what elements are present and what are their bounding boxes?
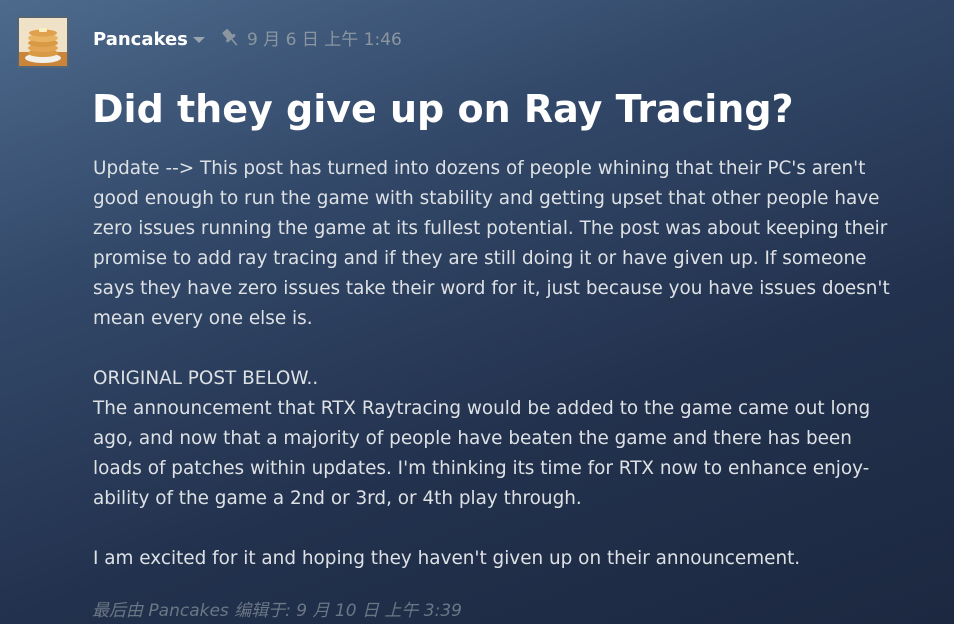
pin-icon <box>222 29 238 46</box>
post-body-line: ORIGINAL POST BELOW.. <box>93 368 319 389</box>
post-body-line: says they have zero issues take their wo… <box>93 278 890 299</box>
post-body-line: promise to add ray tracing and if they a… <box>93 248 867 269</box>
chevron-down-icon[interactable] <box>193 37 205 43</box>
post-body-line: mean every one else is. <box>93 308 313 329</box>
post-timestamp: 9 月 6 日 上午 1:46 <box>247 30 402 50</box>
pancakes-avatar-image <box>19 18 67 66</box>
post-title: Did they give up on Ray Tracing? <box>92 87 794 131</box>
post-body-line: ability of the game a 2nd or 3rd, or 4th… <box>93 488 582 509</box>
post-body-blank-line <box>93 514 938 544</box>
author-avatar[interactable] <box>17 16 69 68</box>
post-body: Update --> This post has turned into doz… <box>93 154 938 574</box>
author-name[interactable]: Pancakes <box>93 28 188 52</box>
post-body-line: I am excited for it and hoping they have… <box>93 548 801 569</box>
post-body-line: zero issues running the game at its full… <box>93 218 888 239</box>
post-body-blank-line <box>93 334 938 364</box>
post-body-line: loads of patches within updates. I'm thi… <box>93 458 870 479</box>
post-body-line: ago, and now that a majority of people h… <box>93 428 852 449</box>
post-body-line: Update --> This post has turned into doz… <box>93 158 866 179</box>
post-body-line: The announcement that RTX Raytracing wou… <box>93 398 871 419</box>
post-body-line: good enough to run the game with stabili… <box>93 188 880 209</box>
edited-note: 最后由 Pancakes 编辑于: 9 月 10 日 上午 3:39 <box>92 601 462 621</box>
